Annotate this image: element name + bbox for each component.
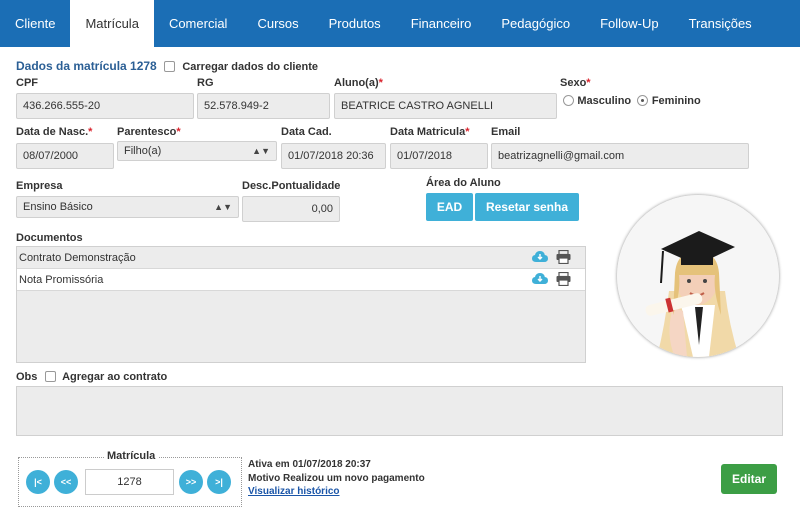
parentesco-label: Parentesco* — [117, 126, 181, 138]
sexo-masculino-radio[interactable] — [563, 95, 574, 107]
tab-cliente[interactable]: Cliente — [0, 0, 70, 47]
cpf-field[interactable]: 436.266.555-20 — [16, 93, 194, 119]
agregar-checkbox[interactable] — [44, 371, 56, 383]
documents-label: Documentos — [16, 232, 83, 244]
aluno-label: Aluno(a)* — [334, 77, 383, 89]
tab-financeiro[interactable]: Financeiro — [396, 0, 487, 47]
tab-transicoes[interactable]: Transições — [674, 0, 767, 47]
parentesco-select[interactable]: Filho(a) ▲▼ — [117, 141, 277, 161]
reset-password-button[interactable]: Resetar senha — [475, 193, 579, 221]
sexo-feminino-radio[interactable] — [637, 95, 649, 107]
rg-label: RG — [197, 77, 214, 89]
data-nasc-label-text: Data de Nasc. — [16, 126, 89, 138]
parentesco-label-text: Parentesco — [117, 126, 177, 138]
obs-header: Obs Agregar ao contrato — [16, 369, 167, 383]
print-icon[interactable] — [556, 272, 571, 286]
tab-follow-up[interactable]: Follow-Up — [585, 0, 674, 47]
cloud-download-icon[interactable] — [532, 250, 548, 264]
area-aluno-label: Área do Aluno — [426, 177, 501, 189]
required-mark: * — [176, 126, 181, 138]
tab-cursos[interactable]: Cursos — [242, 0, 313, 47]
student-photo — [617, 195, 779, 357]
cpf-label: CPF — [16, 77, 38, 89]
required-mark: * — [378, 77, 383, 89]
sexo-label: Sexo* — [560, 77, 591, 89]
rg-field[interactable]: 52.578.949-2 — [197, 93, 330, 119]
prev-button[interactable]: << — [54, 470, 78, 494]
avatar-illustration — [617, 195, 779, 357]
status-motive: Motivo Realizou um novo pagamento — [248, 473, 425, 484]
documents-list: Contrato Demonstração Nota Promissória — [16, 246, 586, 363]
select-arrows-icon: ▲▼ — [252, 146, 270, 156]
sexo-feminino-label: Feminino — [651, 95, 701, 107]
select-arrows-icon: ▲▼ — [214, 202, 232, 212]
data-matricula-label: Data Matricula* — [390, 126, 469, 138]
email-label: Email — [491, 126, 521, 138]
required-mark: * — [465, 126, 470, 138]
last-button[interactable]: >| — [207, 470, 231, 494]
load-client-label: Carregar dados do cliente — [182, 61, 319, 73]
obs-textarea[interactable] — [16, 386, 783, 436]
data-cad-field[interactable]: 01/07/2018 20:36 — [281, 143, 386, 169]
print-icon[interactable] — [556, 250, 571, 264]
sexo-masculino-label: Masculino — [577, 95, 632, 107]
tab-pedagogico[interactable]: Pedagógico — [486, 0, 585, 47]
navigator-legend: Matrícula — [104, 450, 159, 462]
cloud-download-icon[interactable] — [532, 272, 548, 286]
ead-button[interactable]: EAD — [426, 193, 473, 221]
aluno-field[interactable]: BEATRICE CASTRO AGNELLI — [334, 93, 557, 119]
required-mark: * — [88, 126, 93, 138]
desc-pontualidade-field[interactable]: 0,00 — [242, 196, 340, 222]
list-item: Contrato Demonstração — [17, 247, 585, 269]
empresa-value: Ensino Básico — [23, 201, 93, 213]
next-button[interactable]: >> — [179, 470, 203, 494]
first-button[interactable]: |< — [26, 470, 50, 494]
history-link[interactable]: Visualizar histórico — [248, 486, 340, 497]
required-mark: * — [586, 77, 591, 89]
document-name: Contrato Demonstração — [19, 252, 136, 264]
matricula-number-input[interactable]: 1278 — [85, 469, 174, 495]
agregar-label: Agregar ao contrato — [62, 371, 168, 383]
empresa-label: Empresa — [16, 180, 63, 192]
document-name: Nota Promissória — [19, 274, 104, 286]
status-active: Ativa em 01/07/2018 20:37 — [248, 459, 371, 470]
tab-comercial[interactable]: Comercial — [154, 0, 243, 47]
edit-button[interactable]: Editar — [721, 464, 777, 494]
obs-label: Obs — [16, 371, 38, 383]
data-nasc-label: Data de Nasc.* — [16, 126, 92, 138]
data-nasc-field[interactable]: 08/07/2000 — [16, 143, 114, 169]
aluno-label-text: Aluno(a) — [334, 77, 379, 89]
tab-produtos[interactable]: Produtos — [314, 0, 396, 47]
data-matricula-field[interactable]: 01/07/2018 — [390, 143, 488, 169]
section-title: Dados da matrícula 1278 — [16, 59, 157, 73]
sexo-options: Masculino Feminino — [563, 93, 701, 107]
parentesco-value: Filho(a) — [124, 145, 162, 157]
data-matricula-label-text: Data Matricula — [390, 126, 466, 138]
data-cad-label: Data Cad. — [281, 126, 332, 138]
desc-pontualidade-label: Desc.Pontualidade — [242, 180, 341, 192]
tab-matricula[interactable]: Matrícula — [70, 0, 154, 47]
empresa-select[interactable]: Ensino Básico ▲▼ — [16, 196, 239, 218]
load-client-checkbox[interactable] — [164, 61, 175, 73]
sexo-label-text: Sexo — [560, 77, 587, 89]
load-client-option: Carregar dados do cliente — [164, 59, 318, 73]
email-field[interactable]: beatrizagnelli@gmail.com — [491, 143, 749, 169]
list-item: Nota Promissória — [17, 269, 585, 291]
tab-bar: Cliente Matrícula Comercial Cursos Produ… — [0, 0, 800, 47]
